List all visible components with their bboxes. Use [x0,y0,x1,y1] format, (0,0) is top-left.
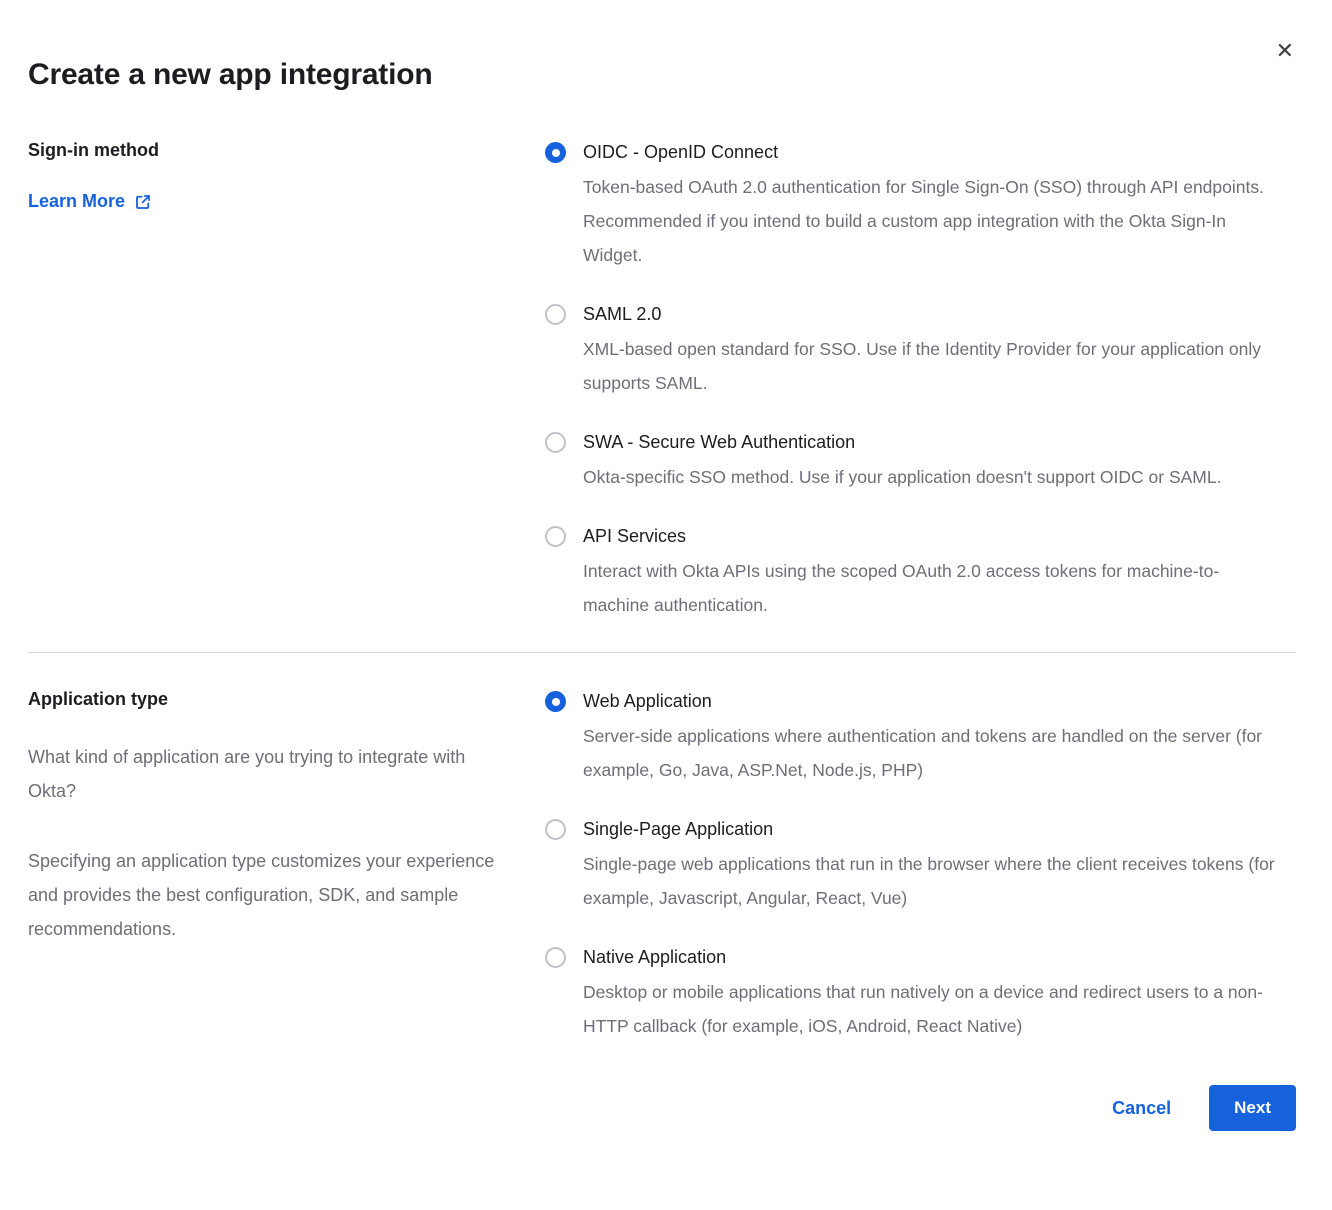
create-app-integration-dialog: ✕ Create a new app integration Sign-in m… [0,0,1332,1210]
application-type-label: Application type [28,689,505,710]
option-body: Single-Page Application Single-page web a… [583,817,1283,915]
signin-method-section: Sign-in method Learn More OIDC - OpenID … [28,140,1296,622]
option-body: Web Application Server-side applications … [583,689,1283,787]
radio-unselected-icon[interactable] [545,819,566,840]
radio-unselected-icon[interactable] [545,432,566,453]
option-label: Single-Page Application [583,817,1283,842]
radio-unselected-icon[interactable] [545,526,566,547]
signin-method-options: OIDC - OpenID Connect Token-based OAuth 2… [545,140,1296,622]
option-description: Server-side applications where authentic… [583,719,1283,787]
application-type-option[interactable]: Single-Page Application Single-page web a… [545,817,1296,915]
application-type-question: What kind of application are you trying … [28,740,503,808]
signin-method-option[interactable]: SAML 2.0 XML-based open standard for SSO.… [545,302,1296,400]
radio-selected-icon[interactable] [545,142,566,163]
cancel-button[interactable]: Cancel [1112,1098,1171,1119]
option-description: Okta-specific SSO method. Use if your ap… [583,460,1221,494]
application-type-option[interactable]: Native Application Desktop or mobile appl… [545,945,1296,1043]
option-body: API Services Interact with Okta APIs usin… [583,524,1283,622]
radio-unselected-icon[interactable] [545,947,566,968]
application-type-options: Web Application Server-side applications … [545,689,1296,1043]
option-body: SAML 2.0 XML-based open standard for SSO.… [583,302,1283,400]
application-type-left-column: Application type What kind of applicatio… [28,689,545,946]
signin-method-label: Sign-in method [28,140,505,161]
option-label: SWA - Secure Web Authentication [583,430,1221,455]
external-link-icon [134,193,152,211]
option-label: Web Application [583,689,1283,714]
option-label: API Services [583,524,1283,549]
option-body: Native Application Desktop or mobile appl… [583,945,1283,1043]
next-button[interactable]: Next [1209,1085,1296,1131]
learn-more-link[interactable]: Learn More [28,191,152,212]
option-description: XML-based open standard for SSO. Use if … [583,332,1283,400]
application-type-section: Application type What kind of applicatio… [28,689,1296,1043]
signin-method-option[interactable]: API Services Interact with Okta APIs usin… [545,524,1296,622]
option-label: SAML 2.0 [583,302,1283,327]
option-body: OIDC - OpenID Connect Token-based OAuth 2… [583,140,1283,272]
radio-unselected-icon[interactable] [545,304,566,325]
option-description: Desktop or mobile applications that run … [583,975,1283,1043]
signin-method-left-column: Sign-in method Learn More [28,140,545,212]
option-description: Single-page web applications that run in… [583,847,1283,915]
radio-selected-icon[interactable] [545,691,566,712]
learn-more-label: Learn More [28,191,125,212]
close-icon[interactable]: ✕ [1272,36,1298,66]
dialog-footer: Cancel Next [28,1085,1296,1131]
application-type-explanation: Specifying an application type customize… [28,844,503,946]
application-type-option[interactable]: Web Application Server-side applications … [545,689,1296,787]
dialog-title: Create a new app integration [28,58,1296,92]
option-description: Token-based OAuth 2.0 authentication for… [583,170,1283,272]
signin-method-option[interactable]: SWA - Secure Web Authentication Okta-spec… [545,430,1296,494]
option-description: Interact with Okta APIs using the scoped… [583,554,1283,622]
option-label: Native Application [583,945,1283,970]
section-divider [28,652,1296,653]
option-body: SWA - Secure Web Authentication Okta-spec… [583,430,1221,494]
signin-method-option[interactable]: OIDC - OpenID Connect Token-based OAuth 2… [545,140,1296,272]
option-label: OIDC - OpenID Connect [583,140,1283,165]
